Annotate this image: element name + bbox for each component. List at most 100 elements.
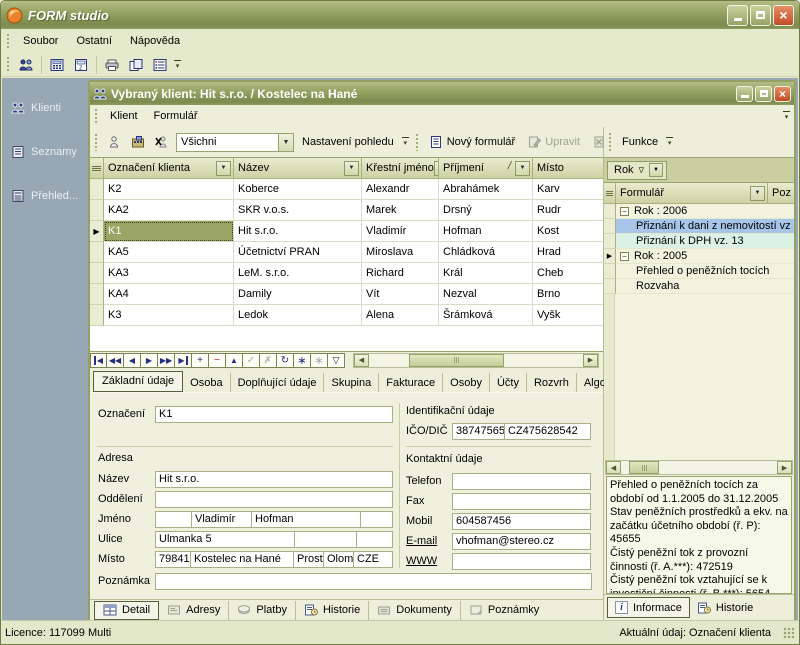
cell-last-name[interactable]: Nezval: [439, 284, 533, 305]
cislo-popisne-field[interactable]: [294, 531, 357, 548]
scrollbar-thumb[interactable]: [409, 354, 504, 367]
prijmeni-field[interactable]: Hofman: [251, 511, 361, 528]
tab-rozvrh[interactable]: Rozvrh: [527, 373, 577, 392]
table-row[interactable]: KA3 LeM. s.r.o. Richard Král Cheb: [90, 263, 603, 284]
cell-code[interactable]: KA5: [104, 242, 234, 263]
scroll-left-button[interactable]: ◀: [606, 461, 621, 474]
form-label[interactable]: Přehled o peněžních tocích: [616, 264, 794, 279]
tab-doplnujici-udaje[interactable]: Doplňující údaje: [231, 373, 325, 392]
email-field[interactable]: vhofman@stereo.cz: [452, 533, 591, 550]
nav-filter-button[interactable]: ▽: [328, 353, 345, 368]
maximize-button[interactable]: [750, 5, 771, 26]
oznaceni-field[interactable]: K1: [155, 406, 393, 423]
cell-last-name[interactable]: Drsný: [439, 200, 533, 221]
cell-name[interactable]: Koberce: [234, 179, 362, 200]
group-by-rok-button[interactable]: Rok ∇ ▼: [607, 161, 667, 180]
functions-button[interactable]: Funkce: [616, 133, 664, 151]
tab-adresy[interactable]: Adresy: [159, 601, 229, 620]
table-row-selected[interactable]: ▶ K1 Hit s.r.o. Vladimír Hofman Kost: [90, 221, 603, 242]
company-toolbar-button[interactable]: [126, 132, 150, 153]
tab-zakladni-udaje[interactable]: Základní údaje: [93, 371, 183, 392]
cell-code[interactable]: K2: [104, 179, 234, 200]
child-minimize-button[interactable]: [736, 86, 753, 102]
clients-toolbar-button[interactable]: [14, 54, 38, 75]
cell-first-name[interactable]: Alena: [362, 305, 439, 326]
child-close-button[interactable]: ×: [774, 86, 791, 102]
tab-poznamky[interactable]: Poznámky: [461, 601, 547, 620]
titul-field[interactable]: [155, 511, 192, 528]
collapse-icon[interactable]: −: [620, 207, 629, 216]
cell-last-name[interactable]: Šrámková: [439, 305, 533, 326]
chevron-down-icon[interactable]: ▼: [649, 163, 663, 177]
www-field[interactable]: [452, 553, 591, 570]
menubar-grip[interactable]: [94, 108, 98, 123]
tab-informace[interactable]: i Informace: [607, 597, 690, 618]
form-row[interactable]: Rozvaha: [604, 279, 794, 294]
mesto-field[interactable]: Kostelec na Hané: [190, 551, 294, 568]
column-header-prijmeni[interactable]: Příjmení/▼: [439, 158, 533, 179]
grid-corner-button[interactable]: [604, 183, 616, 204]
copy-toolbar-button[interactable]: [124, 54, 148, 75]
nav-prior-page-button[interactable]: ◀◀: [107, 353, 124, 368]
column-header-formular[interactable]: Formulář▼: [616, 183, 768, 204]
toolbar-grip[interactable]: [608, 132, 612, 153]
cell-name[interactable]: Ledok: [234, 305, 362, 326]
grid-corner-button[interactable]: [90, 158, 104, 179]
column-header-misto[interactable]: Místo: [533, 158, 603, 179]
group-row-current[interactable]: ▶ −Rok : 2005: [604, 249, 794, 264]
scroll-right-button[interactable]: ▶: [777, 461, 792, 474]
tab-historie-info[interactable]: Historie: [690, 597, 760, 618]
forms-toolbar-button[interactable]: z: [69, 54, 93, 75]
child-maximize-button[interactable]: [755, 86, 772, 102]
filter-combo[interactable]: Všichni ▼: [176, 133, 294, 152]
oddeleni-field[interactable]: [155, 491, 393, 508]
stat-field[interactable]: CZE: [353, 551, 393, 568]
column-header-poz[interactable]: Poz: [768, 183, 794, 204]
okres-field[interactable]: Prost: [293, 551, 324, 568]
cell-first-name[interactable]: Miroslava: [362, 242, 439, 263]
cell-city[interactable]: Rudr: [533, 200, 603, 221]
column-filter-button[interactable]: ▼: [344, 161, 359, 176]
view-settings-button[interactable]: Nastavení pohledu: [296, 133, 400, 151]
cell-city[interactable]: Karv: [533, 179, 603, 200]
menu-napoveda[interactable]: Nápověda: [121, 31, 189, 51]
form-label[interactable]: Rozvaha: [616, 279, 794, 294]
menu-soubor[interactable]: Soubor: [14, 31, 67, 51]
column-header-oznaceni[interactable]: Označení klienta▼: [104, 158, 234, 179]
toolbar-overflow-button[interactable]: ▾: [664, 133, 675, 151]
tab-dokumenty[interactable]: Dokumenty: [369, 601, 461, 620]
ico-field[interactable]: 38747565: [452, 423, 505, 440]
menu-ostatni[interactable]: Ostatní: [67, 31, 120, 51]
cell-code[interactable]: KA3: [104, 263, 234, 284]
dic-field[interactable]: CZ475628542: [504, 423, 591, 440]
tab-historie[interactable]: Historie: [296, 601, 369, 620]
nav-first-button[interactable]: ◀: [90, 353, 107, 368]
table-row[interactable]: K2 Koberce Alexandr Abrahámek Karv: [90, 179, 603, 200]
nav-cancel-button[interactable]: ✗: [260, 353, 277, 368]
column-filter-button[interactable]: ▼: [515, 161, 530, 176]
cell-name[interactable]: SKR v.o.s.: [234, 200, 362, 221]
menubar-overflow-button[interactable]: ▾: [781, 107, 792, 125]
toolbar-overflow-button[interactable]: ▾: [172, 56, 183, 74]
chevron-down-icon[interactable]: ▼: [278, 134, 293, 151]
telefon-field[interactable]: [452, 473, 591, 490]
nazev-field[interactable]: Hit s.r.o.: [155, 471, 393, 488]
mobil-field[interactable]: 604587456: [452, 513, 591, 530]
cell-code[interactable]: K1: [104, 221, 234, 242]
close-button[interactable]: ×: [773, 5, 794, 26]
cell-last-name[interactable]: Chládková: [439, 242, 533, 263]
cell-name[interactable]: Hit s.r.o.: [234, 221, 362, 242]
tab-platby[interactable]: Platby: [229, 601, 296, 620]
jmeno-field[interactable]: Vladimír: [191, 511, 252, 528]
toolbar-grip[interactable]: [6, 56, 10, 72]
toolbar-grip[interactable]: [415, 133, 419, 151]
cell-city[interactable]: Brno: [533, 284, 603, 305]
new-form-button[interactable]: Nový formulář: [423, 133, 521, 151]
cell-code[interactable]: K3: [104, 305, 234, 326]
cell-first-name[interactable]: Vít: [362, 284, 439, 305]
nav-goto-bookmark-button[interactable]: ∗: [311, 353, 328, 368]
cell-code[interactable]: KA4: [104, 284, 234, 305]
tab-osoby[interactable]: Osoby: [443, 373, 490, 392]
cell-last-name[interactable]: Hofman: [439, 221, 533, 242]
nav-next-button[interactable]: ▶: [141, 353, 158, 368]
